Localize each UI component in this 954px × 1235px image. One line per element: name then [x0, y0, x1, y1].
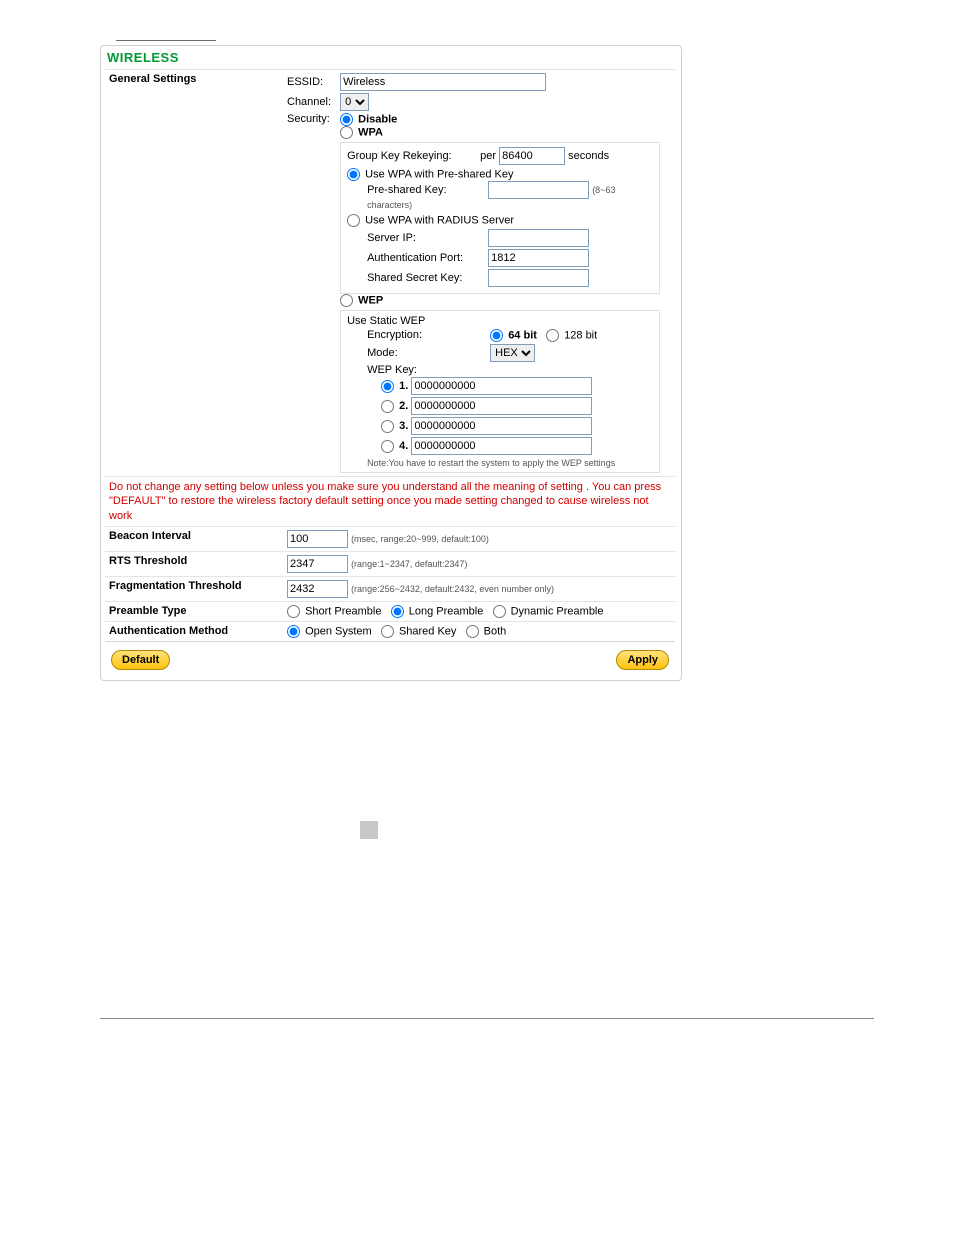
wep-key-4-num: 4.	[399, 440, 408, 452]
security-label: Security:	[287, 113, 337, 125]
wep-key-3-num: 3.	[399, 420, 408, 432]
security-wpa-label: WPA	[358, 127, 383, 139]
wep-note: Note:You have to restart the system to a…	[367, 456, 653, 468]
security-wpa-radio[interactable]	[340, 126, 353, 139]
wep-key-2-num: 2.	[399, 400, 408, 412]
beacon-input[interactable]	[287, 530, 348, 548]
auth-shared-radio[interactable]	[381, 625, 394, 638]
wep-key-3-input[interactable]	[411, 417, 592, 435]
wpa-settings-block: Group Key Rekeying: per seconds Use WPA …	[340, 142, 660, 294]
wep-mode-select[interactable]: HEX	[490, 344, 535, 362]
preamble-long-radio[interactable]	[391, 605, 404, 618]
security-wep-radio[interactable]	[340, 294, 353, 307]
footer-rule	[100, 1018, 874, 1019]
channel-label: Channel:	[287, 96, 337, 108]
wep-key-label: WEP Key:	[367, 364, 653, 376]
security-disable-label: Disable	[358, 114, 397, 126]
header-underline	[116, 40, 216, 41]
security-disable-radio[interactable]	[340, 113, 353, 126]
wep-key-1-radio[interactable]	[381, 380, 394, 393]
enc-128-radio[interactable]	[546, 329, 559, 342]
shared-secret-label: Shared Secret Key:	[367, 272, 485, 284]
psk-input[interactable]	[488, 181, 589, 199]
enc-128-label: 128 bit	[564, 330, 597, 342]
wpa-psk-radio[interactable]	[347, 168, 360, 181]
rts-input[interactable]	[287, 555, 348, 573]
group-key-input[interactable]	[499, 147, 565, 165]
wep-key-2-input[interactable]	[411, 397, 592, 415]
preamble-dynamic-label: Dynamic Preamble	[511, 605, 604, 617]
wep-key-1-num: 1.	[399, 380, 408, 392]
wep-settings-block: Use Static WEP Encryption: 64 bit	[340, 310, 660, 473]
wep-key-2-radio[interactable]	[381, 400, 394, 413]
section-preamble-type: Preamble Type	[105, 601, 283, 621]
encryption-label: Encryption:	[367, 329, 487, 341]
frag-input[interactable]	[287, 580, 348, 598]
auth-open-label: Open System	[305, 625, 372, 637]
preamble-dynamic-radio[interactable]	[493, 605, 506, 618]
frag-hint: (range:256~2432, default:2432, even numb…	[351, 584, 554, 594]
beacon-hint: (msec, range:20~999, default:100)	[351, 534, 489, 544]
essid-input[interactable]	[340, 73, 546, 91]
enc-64-label: 64 bit	[508, 330, 537, 342]
psk-label: Pre-shared Key:	[367, 184, 485, 196]
wireless-panel: WIRELESS General Settings ESSID: Channel…	[100, 45, 682, 681]
wep-mode-label: Mode:	[367, 347, 487, 359]
group-key-unit: seconds	[568, 150, 609, 162]
enc-64-radio[interactable]	[490, 329, 503, 342]
channel-select[interactable]: 0	[340, 93, 369, 111]
server-ip-input[interactable]	[488, 229, 589, 247]
section-auth-method: Authentication Method	[105, 621, 283, 641]
warning-text: Do not change any setting below unless y…	[105, 477, 675, 527]
wpa-psk-label: Use WPA with Pre-shared Key	[365, 169, 513, 181]
section-beacon-interval: Beacon Interval	[105, 526, 283, 551]
page-title: WIRELESS	[107, 50, 675, 65]
wpa-radius-radio[interactable]	[347, 214, 360, 227]
section-rts-threshold: RTS Threshold	[105, 551, 283, 576]
wpa-radius-label: Use WPA with RADIUS Server	[365, 215, 514, 227]
security-wep-label: WEP	[358, 295, 383, 307]
wep-key-4-input[interactable]	[411, 437, 592, 455]
shared-secret-input[interactable]	[488, 269, 589, 287]
server-ip-label: Server IP:	[367, 232, 485, 244]
wep-static-label: Use Static WEP	[347, 315, 653, 327]
essid-label: ESSID:	[287, 76, 337, 88]
auth-shared-label: Shared Key	[399, 625, 456, 637]
group-key-per: per	[480, 150, 496, 162]
group-key-label: Group Key Rekeying:	[347, 150, 477, 162]
rts-hint: (range:1~2347, default:2347)	[351, 559, 467, 569]
footer-square-icon	[360, 821, 378, 839]
apply-button[interactable]: Apply	[616, 650, 669, 670]
preamble-long-label: Long Preamble	[409, 605, 484, 617]
wep-key-1-input[interactable]	[411, 377, 592, 395]
wep-key-4-radio[interactable]	[381, 440, 394, 453]
section-general-settings: General Settings	[105, 70, 283, 477]
auth-port-input[interactable]	[488, 249, 589, 267]
wep-key-3-radio[interactable]	[381, 420, 394, 433]
auth-open-radio[interactable]	[287, 625, 300, 638]
preamble-short-radio[interactable]	[287, 605, 300, 618]
auth-both-radio[interactable]	[466, 625, 479, 638]
default-button[interactable]: Default	[111, 650, 170, 670]
auth-port-label: Authentication Port:	[367, 252, 485, 264]
preamble-short-label: Short Preamble	[305, 605, 381, 617]
auth-both-label: Both	[484, 625, 507, 637]
section-frag-threshold: Fragmentation Threshold	[105, 576, 283, 601]
